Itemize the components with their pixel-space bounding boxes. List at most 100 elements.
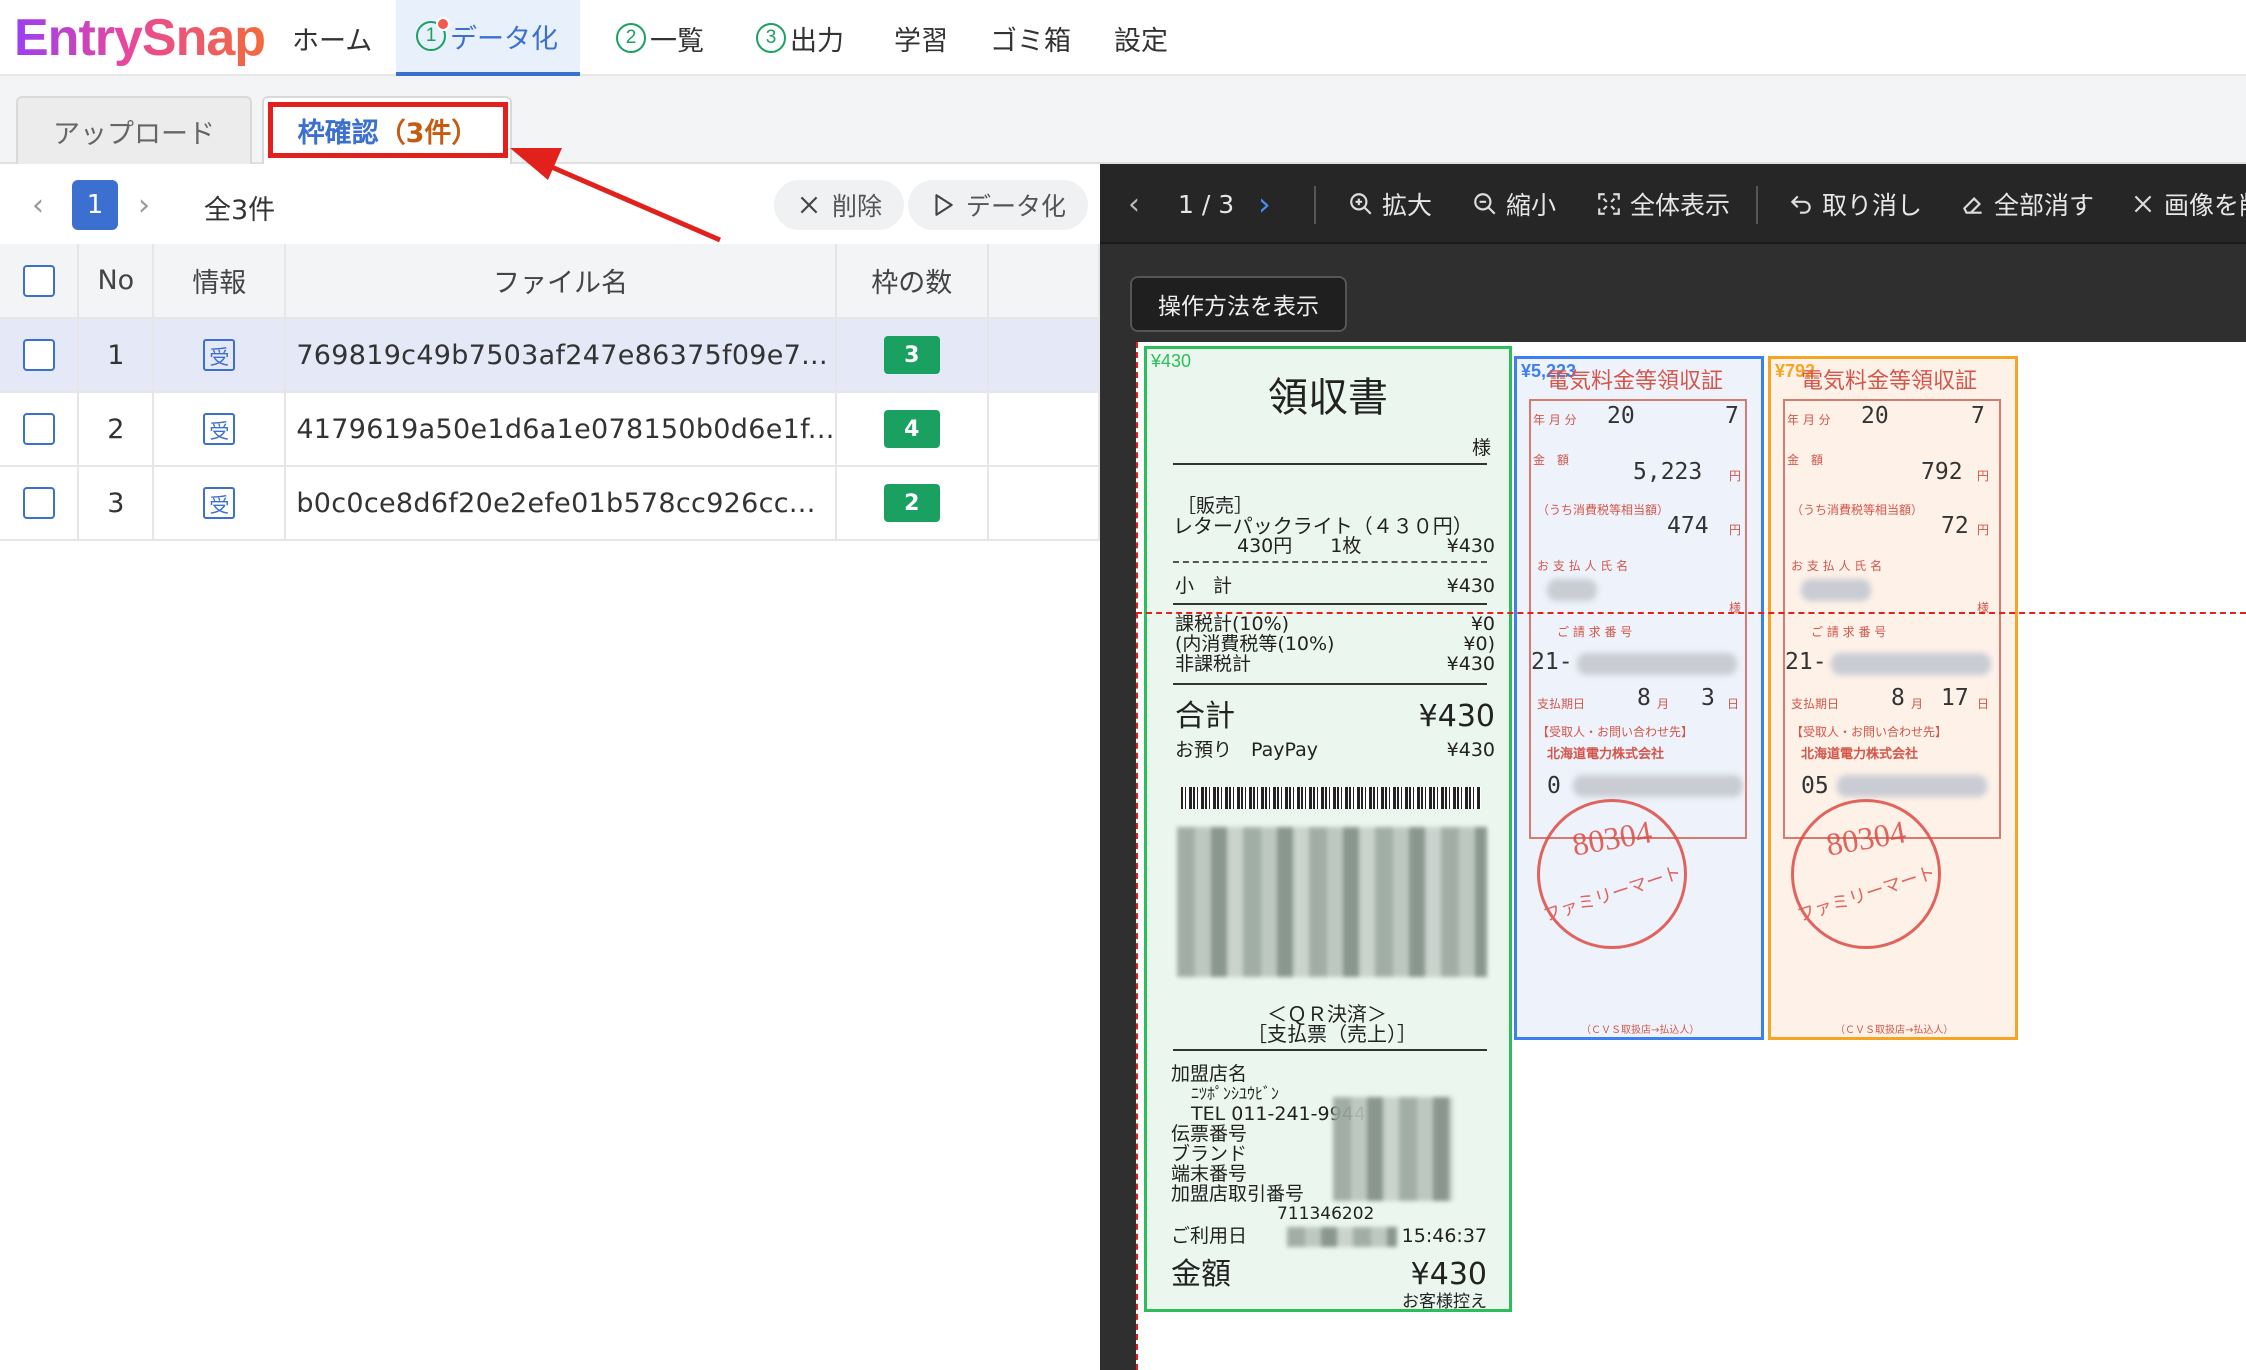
slip-month-unit: 月 [1911, 697, 1924, 711]
row-checkbox[interactable] [22, 487, 55, 520]
slip-month-unit: 月 [1657, 697, 1670, 711]
app-logo[interactable]: EntrySnap [14, 8, 266, 68]
nav-learn[interactable]: 学習 [894, 0, 948, 76]
col-no[interactable]: No [78, 244, 155, 319]
undo-icon [1790, 195, 1811, 214]
total-count: 全3件 [204, 195, 276, 226]
prev-page-button[interactable]: ‹ [32, 188, 44, 223]
receipt-tax2-label: (内消費税等(10%) [1175, 633, 1335, 655]
table-row[interactable]: 2 受 4179619a50e1d6a1e078150b0d6e1f... 4 [0, 392, 1101, 467]
col-filename[interactable]: ファイル名 [285, 244, 837, 319]
slip-invoice: 21- [1531, 649, 1573, 675]
stamp-name: ファミリーマート [1794, 862, 1939, 927]
close-icon [800, 196, 818, 214]
nav-home[interactable]: ホーム [292, 0, 372, 76]
row-no: 3 [78, 466, 155, 541]
divider [1173, 683, 1487, 685]
receipt-sama: 様 [1471, 437, 1491, 459]
col-frames[interactable]: 枠の数 [835, 244, 989, 319]
zoom-in-icon [1350, 193, 1372, 215]
close-icon [2134, 195, 2152, 213]
slip-amount-label: 金 額 [1787, 453, 1824, 467]
delete-button[interactable]: 削除 [774, 180, 905, 230]
fit-label: 全体表示 [1630, 191, 1731, 220]
viewer-prev-button[interactable]: ‹ [1128, 164, 1140, 244]
viewer-next-button[interactable]: › [1258, 164, 1271, 244]
slip-footer: （ＣＶＳ取扱店→払込人） [1835, 1025, 1954, 1036]
receipt-tax3: ¥430 [1446, 653, 1495, 675]
show-help-button[interactable]: 操作方法を表示 [1130, 276, 1347, 332]
nav-list[interactable]: 2 一覧 [616, 0, 704, 76]
slip-month: 7 [1725, 403, 1739, 429]
row-checkbox[interactable] [22, 339, 55, 372]
undo-button[interactable]: 取り消し [1788, 164, 1922, 244]
slip-invoice-label: ご 請 求 番 号 [1811, 625, 1887, 639]
receipt-amount: ¥430 [1410, 1257, 1487, 1292]
table-row[interactable]: 1 受 769819c49b7503af247e86375f09e7... 3 [0, 318, 1101, 393]
slip-tax: 474 [1667, 513, 1709, 539]
row-filename[interactable]: 769819c49b7503af247e86375f09e7... [285, 318, 837, 393]
nav-output[interactable]: 3 出力 [756, 0, 844, 76]
zoom-out-icon [1474, 193, 1496, 215]
digitize-button[interactable]: データ化 [908, 180, 1089, 230]
guide-line-horizontal [1136, 612, 2246, 614]
highlight-box: 枠確認 （3件） [268, 102, 508, 158]
slip-due-day: 3 [1701, 685, 1715, 711]
select-all-checkbox[interactable] [22, 264, 55, 297]
slip-title: 電気料金等領収証 [1547, 369, 1724, 394]
zoom-in-button[interactable]: 拡大 [1348, 164, 1432, 244]
delete-image-button[interactable]: 画像を削 [2130, 164, 2246, 244]
slip-due-month: 8 [1891, 685, 1905, 711]
slip-company: 北海道電力株式会社 [1801, 747, 1919, 762]
table-row[interactable]: 3 受 b0c0ce8d6f20e2efe01b578cc926cc... 2 [0, 466, 1101, 541]
slip-day-unit: 日 [1727, 697, 1740, 711]
receipt-item-price: ¥430 [1446, 535, 1495, 557]
slip-company: 北海道電力株式会社 [1547, 747, 1665, 762]
receipt-tax3-label: 非課税計 [1175, 653, 1252, 675]
receipt-merchant-num: 711346202 [1277, 1204, 1375, 1224]
slip-due-label: 支払期日 [1791, 697, 1840, 711]
redacted-area [1831, 653, 1991, 675]
tab-frame-confirm[interactable]: 枠確認 （3件） [262, 96, 512, 164]
receipt-slip-no: 伝票番号 [1171, 1123, 1248, 1145]
next-page-button[interactable]: › [138, 188, 150, 223]
zoom-out-button[interactable]: 縮小 [1472, 164, 1556, 244]
row-filename[interactable]: b0c0ce8d6f20e2efe01b578cc926cc... [285, 466, 837, 541]
page-1-button[interactable]: 1 [72, 180, 118, 230]
select-all-cell [0, 244, 80, 319]
store-stamp-icon: 80304 ファミリーマート [1791, 799, 1941, 949]
stamp-name: ファミリーマート [1540, 862, 1685, 927]
tab-upload[interactable]: アップロード [16, 96, 252, 164]
nav-trash[interactable]: ゴミ箱 [990, 0, 1071, 76]
slip-footer: （ＣＶＳ取扱店→払込人） [1581, 1025, 1700, 1036]
redacted-area [1801, 579, 1871, 601]
frame-slip-1[interactable]: ¥5,223 電気料金等領収証 年 月 分 20 7 金 額 5,223 円 （… [1514, 356, 1764, 1040]
col-info[interactable]: 情報 [153, 244, 287, 319]
receipt-item: レターパックライト（４３０円） [1173, 514, 1473, 538]
receipt-total-label: 合計 [1175, 699, 1235, 734]
image-viewer: ‹ 1 / 3 › 拡大 縮小 全体表示 取り消し 全部消す 画像を削 操作 [1100, 164, 2246, 1370]
nav-list-label: 一覧 [650, 25, 704, 57]
frame-slip-2[interactable]: ¥792 電気料金等領収証 年 月 分 20 7 金 額 792 円 （うち消費… [1768, 356, 2018, 1040]
receipt-title: 領収書 [1268, 375, 1388, 421]
frame-receipt[interactable]: ¥430 領収書 様 ［販売］ レターパックライト（４３０円） 430円 1枚 … [1144, 346, 1512, 1312]
redacted-area [1333, 1097, 1453, 1201]
slip-yen: 円 [1729, 523, 1742, 537]
fit-button[interactable]: 全体表示 [1596, 164, 1730, 244]
delete-image-label: 画像を削 [2164, 191, 2246, 220]
row-filename[interactable]: 4179619a50e1d6a1e078150b0d6e1f... [285, 392, 837, 467]
zoom-out-label: 縮小 [1506, 191, 1557, 220]
step-2-icon: 2 [616, 23, 646, 53]
slip-invoice: 21- [1785, 649, 1827, 675]
row-checkbox[interactable] [22, 413, 55, 446]
nav-settings[interactable]: 設定 [1114, 0, 1168, 76]
clear-all-button[interactable]: 全部消す [1960, 164, 2094, 244]
receipt-date-label: ご利用日 [1171, 1225, 1248, 1247]
receipt-store-name: ﾆﾂﾎﾟﾝｼﾕｳﾋﾞﾝ [1191, 1084, 1280, 1103]
viewer-toolbar: ‹ 1 / 3 › 拡大 縮小 全体表示 取り消し 全部消す 画像を削 [1100, 164, 2246, 244]
slip-year: 20 [1861, 403, 1889, 429]
redacted-area [1577, 653, 1737, 675]
slip-title: 電気料金等領収証 [1801, 369, 1978, 394]
nav-digitize[interactable]: 1 データ化 [396, 0, 580, 76]
frame-count-badge: 2 [883, 484, 940, 522]
